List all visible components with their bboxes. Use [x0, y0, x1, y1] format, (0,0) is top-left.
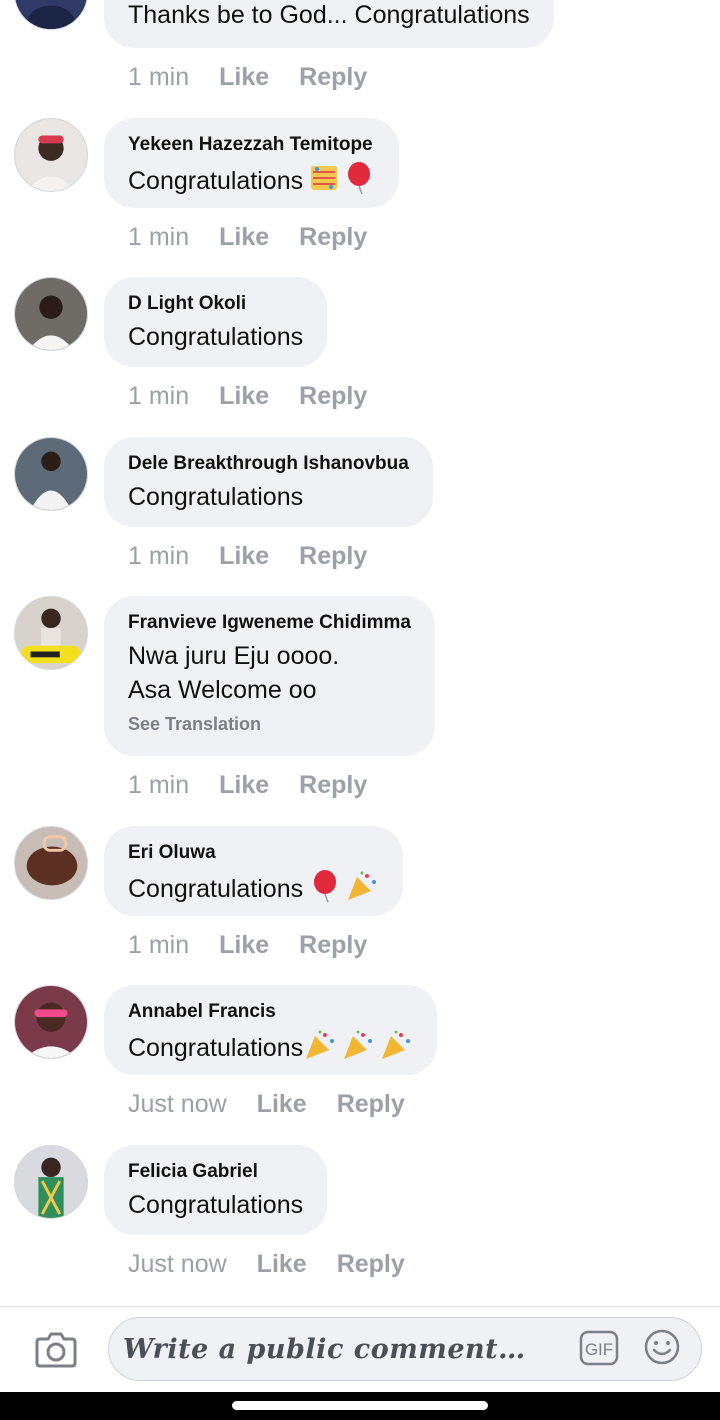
comment-author[interactable]: Eri Oluwa — [128, 842, 379, 864]
avatar[interactable] — [14, 1145, 88, 1219]
comment-meta: 1 min Like Reply — [128, 222, 367, 252]
comment-text-row: Congratulations — [128, 1028, 413, 1071]
comment-meta: 1 min Like Reply — [128, 381, 367, 411]
comment-text: Thanks be to God... Congratulations — [128, 1, 530, 29]
camera-icon[interactable] — [34, 1329, 78, 1369]
comment-meta: 1 min Like Reply — [128, 930, 367, 960]
reply-button[interactable]: Reply — [299, 62, 367, 92]
comment-bubble: Eri Oluwa Congratulations — [104, 826, 404, 916]
avatar[interactable] — [14, 277, 88, 351]
comment-author[interactable]: Felicia Gabriel — [128, 1161, 303, 1183]
comment-bubble: Dele Breakthrough Ishanovbua Congratulat… — [104, 437, 433, 527]
comment-composer: Write a public comment… GIF — [0, 1306, 720, 1392]
comment-text-row: Congratulations — [128, 869, 379, 912]
reply-button[interactable]: Reply — [299, 930, 367, 960]
comment-bubble: Thanks be to God... Congratulations — [104, 0, 554, 48]
home-indicator[interactable] — [232, 1401, 488, 1410]
comment-author[interactable]: Dele Breakthrough Ishanovbua — [128, 453, 409, 475]
avatar[interactable] — [14, 596, 88, 670]
comment-author[interactable]: D Light Okoli — [128, 293, 303, 315]
comment-text: Congratulations — [128, 875, 304, 904]
comment-time: 1 min — [128, 542, 190, 570]
like-button[interactable]: Like — [219, 222, 269, 252]
system-nav-bar — [0, 1392, 720, 1420]
comment-text: Congratulations — [128, 1034, 304, 1063]
smiley-icon[interactable] — [643, 1328, 681, 1366]
like-button[interactable]: Like — [219, 381, 269, 411]
comment-time: 1 min — [128, 63, 190, 91]
avatar[interactable] — [14, 985, 88, 1059]
comment-text-row: Congratulations — [128, 161, 375, 204]
reply-button[interactable]: Reply — [299, 541, 367, 571]
reply-button[interactable]: Reply — [299, 770, 367, 800]
comment-bubble: Yekeen Hazezzah Temitope Congratulations — [104, 118, 400, 208]
comment-text: Congratulations — [128, 323, 304, 351]
comment-bubble: Felicia Gabriel Congratulations — [104, 1145, 328, 1235]
comment-input-placeholder: Write a public comment… — [123, 1334, 526, 1365]
balloon-emoji — [311, 869, 341, 912]
comment-time: Just now — [128, 1250, 227, 1278]
see-translation-link[interactable]: See Translation — [128, 713, 411, 735]
comment-time: 1 min — [128, 771, 190, 799]
avatar[interactable] — [14, 437, 88, 511]
party-popper-emoji — [303, 1028, 337, 1071]
party-popper-emoji — [379, 1028, 413, 1071]
comment-feed: Thanks be to God... Congratulations 1 mi… — [0, 0, 720, 1306]
comment-time: 1 min — [128, 931, 190, 959]
confetti-emoji — [307, 162, 341, 203]
comment-time: 1 min — [128, 223, 190, 251]
comment-meta: Just now Like Reply — [128, 1089, 405, 1119]
gif-button[interactable]: GIF — [579, 1330, 619, 1366]
comment-text: Congratulations — [128, 483, 304, 511]
avatar[interactable] — [14, 826, 88, 900]
reply-button[interactable]: Reply — [299, 222, 367, 252]
like-button[interactable]: Like — [219, 770, 269, 800]
comment-meta: 1 min Like Reply — [128, 770, 367, 800]
comment-meta: 1 min Like Reply — [128, 62, 367, 92]
comment-author[interactable]: Franvieve Igweneme Chidimma — [128, 612, 411, 634]
like-button[interactable]: Like — [257, 1089, 307, 1119]
reply-button[interactable]: Reply — [337, 1089, 405, 1119]
balloon-emoji — [345, 161, 375, 204]
comment-text: Congratulations — [128, 167, 304, 196]
like-button[interactable]: Like — [219, 541, 269, 571]
comment-meta: 1 min Like Reply — [128, 541, 367, 571]
comment-author[interactable]: Annabel Francis — [128, 1001, 413, 1023]
avatar[interactable] — [14, 118, 88, 192]
gif-label: GIF — [585, 1340, 613, 1359]
comment-author[interactable]: Yekeen Hazezzah Temitope — [128, 134, 375, 156]
reply-button[interactable]: Reply — [299, 381, 367, 411]
comment-text: Congratulations — [128, 1191, 304, 1219]
comment-bubble: Annabel Francis Congratulations — [104, 985, 438, 1075]
comment-text-line: Asa Welcome oo — [128, 676, 317, 704]
like-button[interactable]: Like — [257, 1249, 307, 1279]
comment-bubble: D Light Okoli Congratulations — [104, 277, 328, 367]
comment-text-line: Nwa juru Eju oooo. — [128, 642, 340, 670]
comment-time: 1 min — [128, 382, 190, 410]
like-button[interactable]: Like — [219, 930, 269, 960]
comment-time: Just now — [128, 1090, 227, 1118]
avatar[interactable] — [14, 0, 88, 30]
comment-input[interactable]: Write a public comment… GIF — [108, 1317, 702, 1381]
reply-button[interactable]: Reply — [337, 1249, 405, 1279]
like-button[interactable]: Like — [219, 62, 269, 92]
comment-bubble: Franvieve Igweneme Chidimma Nwa juru Eju… — [104, 596, 435, 756]
party-popper-emoji — [341, 1028, 375, 1071]
comment-meta: Just now Like Reply — [128, 1249, 405, 1279]
party-popper-emoji — [345, 869, 379, 912]
